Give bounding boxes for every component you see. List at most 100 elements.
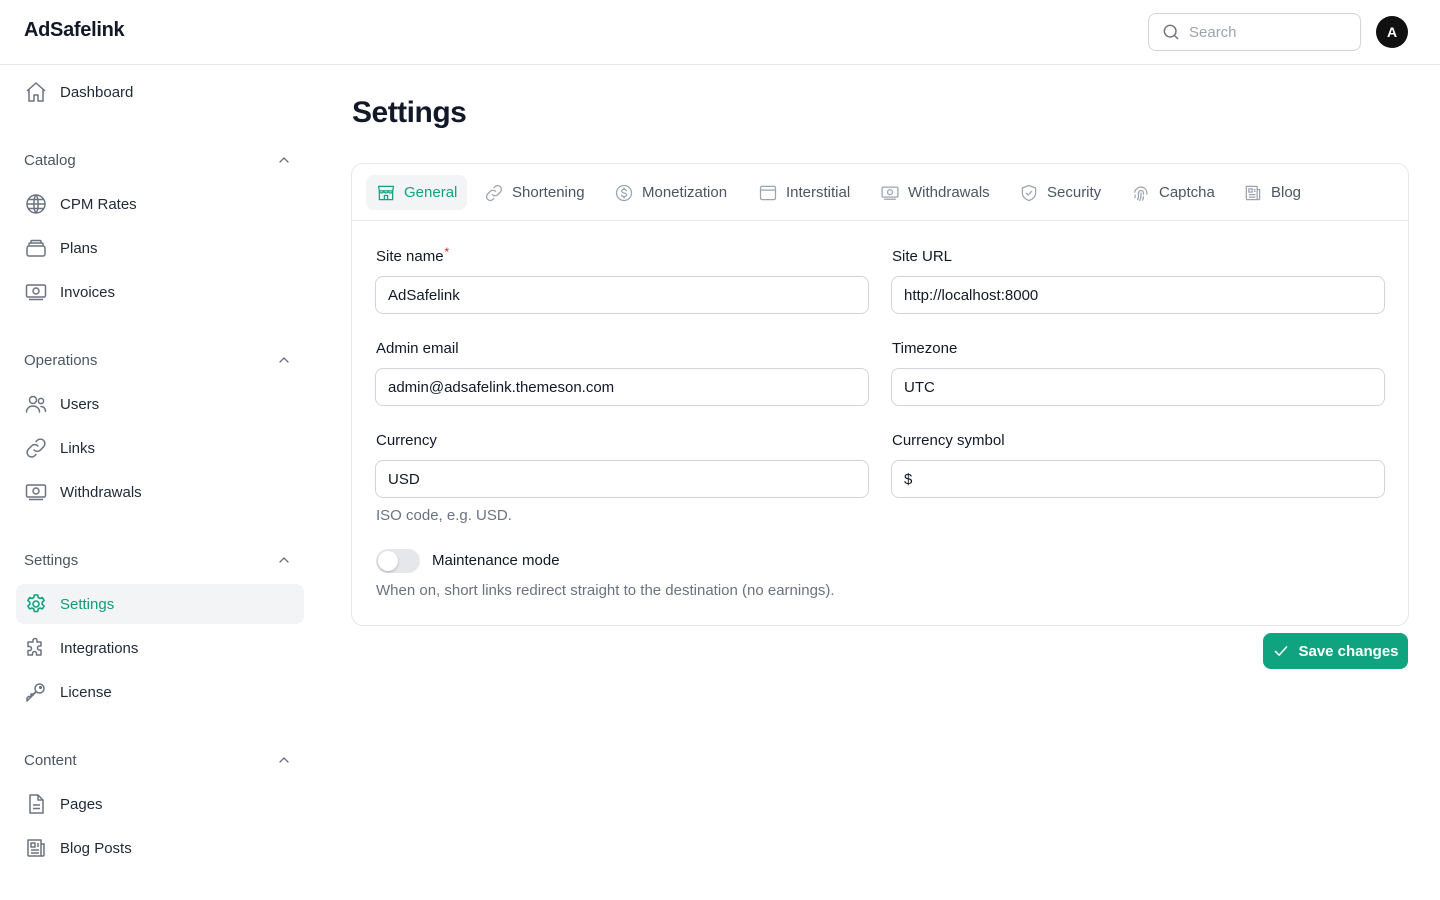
- gear-icon: [27, 594, 45, 613]
- sidebar-item-settings[interactable]: Settings: [16, 584, 304, 624]
- page-title: Settings: [352, 96, 467, 129]
- timezone-input[interactable]: [891, 368, 1385, 406]
- document-icon: [29, 794, 44, 814]
- sidebar-item-links[interactable]: Links: [16, 428, 304, 468]
- sidebar-item-label: Dashboard: [60, 83, 134, 101]
- sidebar-item-integrations[interactable]: Integrations: [16, 628, 304, 668]
- currency-symbol-input[interactable]: [891, 460, 1385, 498]
- banknote-icon: [25, 484, 47, 501]
- currency-hint: ISO code, e.g. USD.: [376, 507, 512, 524]
- link-icon: [26, 438, 46, 458]
- tab-security[interactable]: Security: [1009, 175, 1111, 210]
- chevron-up-icon: [279, 757, 289, 763]
- avatar[interactable]: A: [1376, 16, 1408, 48]
- tab-shortening[interactable]: Shortening: [474, 175, 595, 210]
- site-name-input[interactable]: [375, 276, 869, 314]
- tab-general[interactable]: General: [366, 175, 468, 210]
- sidebar-group-settings[interactable]: Settings: [24, 548, 296, 572]
- window-icon: [759, 185, 777, 200]
- tab-captcha[interactable]: Captcha: [1121, 175, 1225, 210]
- storefront-icon: [377, 185, 395, 200]
- chevron-up-icon: [279, 157, 289, 163]
- sidebar-group-title: Operations: [24, 351, 98, 369]
- sidebar-item-label: Invoices: [60, 283, 116, 301]
- dollar-circle-icon: [615, 184, 633, 201]
- site-name-label-text: Site name: [376, 248, 444, 265]
- sidebar-item-label: CPM Rates: [60, 195, 137, 213]
- save-changes-label: Save changes: [1298, 642, 1399, 660]
- sidebar-item-dashboard[interactable]: Dashboard: [16, 72, 304, 112]
- sidebar: Dashboard Catalog CPM Rates Plans Invoic…: [0, 65, 320, 900]
- top-bar: AdSafelink A: [0, 0, 1440, 65]
- save-changes-button[interactable]: Save changes: [1263, 633, 1408, 669]
- admin-email-label: Admin email: [376, 340, 459, 357]
- site-url-input[interactable]: [891, 276, 1385, 314]
- tab-label: Blog: [1271, 184, 1302, 201]
- sidebar-group-title: Settings: [24, 551, 79, 569]
- globe-icon: [26, 194, 46, 214]
- tab-monetization[interactable]: Monetization: [604, 175, 737, 210]
- tab-label: Security: [1047, 184, 1102, 201]
- sidebar-item-plans[interactable]: Plans: [16, 228, 304, 268]
- currency-symbol-label: Currency symbol: [892, 432, 1005, 449]
- required-asterisk: *: [444, 245, 450, 259]
- newspaper-icon: [1245, 185, 1261, 200]
- chevron-up-icon: [279, 557, 289, 563]
- sidebar-item-label: Blog Posts: [60, 839, 132, 857]
- currency-label: Currency: [376, 432, 437, 449]
- sidebar-item-users[interactable]: Users: [16, 384, 304, 424]
- sidebar-group-catalog[interactable]: Catalog: [24, 148, 296, 172]
- puzzle-icon: [27, 637, 42, 656]
- settings-tabs: General Shortening Monetization Intersti…: [352, 164, 1408, 221]
- users-icon: [25, 395, 47, 413]
- tab-interstitial[interactable]: Interstitial: [748, 175, 860, 210]
- banknote-icon: [881, 186, 899, 200]
- sidebar-item-label: Links: [60, 439, 96, 457]
- tab-label: Shortening: [512, 184, 585, 201]
- tab-blog[interactable]: Blog: [1233, 175, 1311, 210]
- sidebar-item-blog-posts[interactable]: Blog Posts: [16, 828, 304, 868]
- sidebar-group-title: Catalog: [24, 151, 76, 169]
- home-icon: [26, 82, 46, 102]
- admin-email-input[interactable]: [375, 368, 869, 406]
- tab-withdrawals[interactable]: Withdrawals: [870, 175, 1000, 210]
- sidebar-item-label: License: [60, 683, 112, 701]
- tab-label: Captcha: [1159, 184, 1215, 201]
- search-box[interactable]: [1148, 13, 1361, 51]
- sidebar-group-content[interactable]: Content: [24, 748, 296, 772]
- sidebar-item-pages[interactable]: Pages: [16, 784, 304, 824]
- tab-label: Interstitial: [786, 184, 851, 201]
- sidebar-item-cpm-rates[interactable]: CPM Rates: [16, 184, 304, 224]
- brand-logo[interactable]: AdSafelink: [24, 19, 125, 42]
- tab-label: Monetization: [642, 184, 728, 201]
- sidebar-group-operations[interactable]: Operations: [24, 348, 296, 372]
- sidebar-item-withdrawals[interactable]: Withdrawals: [16, 472, 304, 512]
- toggle-knob: [378, 551, 398, 571]
- search-icon: [1163, 24, 1179, 40]
- tab-label: General: [404, 184, 458, 201]
- sidebar-group-title: Content: [24, 751, 77, 769]
- settings-card: General Shortening Monetization Intersti…: [351, 163, 1409, 626]
- newspaper-icon: [27, 839, 45, 857]
- sidebar-item-label: Integrations: [60, 639, 139, 657]
- banknote-icon: [25, 284, 47, 301]
- stack-icon: [26, 239, 46, 257]
- sidebar-item-label: Settings: [60, 595, 115, 613]
- maintenance-mode-toggle[interactable]: [376, 549, 420, 573]
- sidebar-item-invoices[interactable]: Invoices: [16, 272, 304, 312]
- currency-input[interactable]: [375, 460, 869, 498]
- sidebar-item-label: Withdrawals: [60, 483, 142, 501]
- maintenance-mode-hint: When on, short links redirect straight t…: [376, 582, 835, 599]
- chevron-up-icon: [279, 357, 289, 363]
- search-input[interactable]: [1189, 23, 1339, 41]
- sidebar-item-label: Users: [60, 395, 100, 413]
- sidebar-item-license[interactable]: License: [16, 672, 304, 712]
- maintenance-mode-label: Maintenance mode: [432, 552, 560, 569]
- timezone-label: Timezone: [892, 340, 958, 357]
- key-icon: [26, 683, 45, 702]
- site-name-label: Site name*: [376, 245, 450, 265]
- check-icon: [1275, 646, 1288, 656]
- tab-label: Withdrawals: [908, 184, 990, 201]
- sidebar-item-label: Plans: [60, 239, 98, 257]
- site-url-label: Site URL: [892, 248, 953, 265]
